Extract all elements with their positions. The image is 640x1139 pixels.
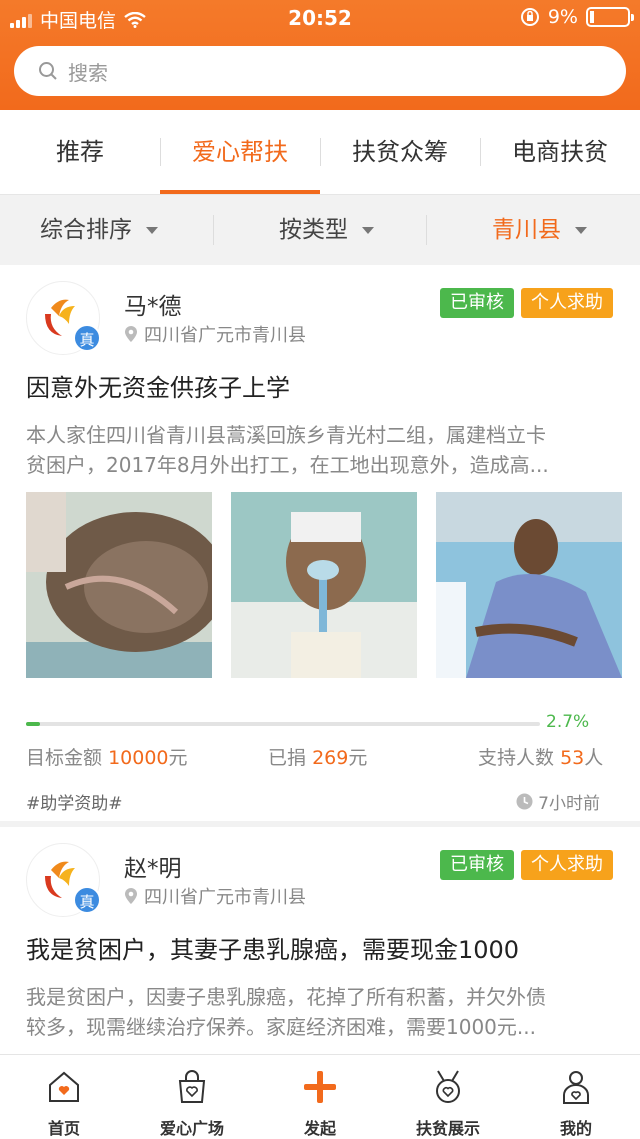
search-placeholder: 搜索 [68, 60, 108, 85]
donated-value: 269 [312, 747, 349, 769]
status-badge-reviewed: 已审核 [440, 850, 514, 880]
filter-region[interactable]: 青川县 [492, 195, 587, 265]
poster-name: 马*德 [124, 294, 182, 320]
bottom-nav: 首页 爱心广场 发起 扶贫展示 我的 [0, 1054, 640, 1139]
top-header: 中国电信 20:52 9% 搜索 [0, 0, 640, 110]
status-badge-personal-help: 个人求助 [521, 850, 613, 880]
search-bar[interactable]: 搜索 [14, 46, 626, 96]
heart-bag-icon [178, 1070, 206, 1103]
avatar[interactable]: 真 [26, 281, 101, 355]
plus-icon [304, 1071, 336, 1103]
post-description-line: 我是贫困户，因妻子患乳腺癌，花掉了所有积蓄，并欠外债 [26, 985, 546, 1009]
unit-yuan: 元 [348, 747, 368, 769]
clock-icon [516, 793, 533, 810]
target-value: 10000 [108, 747, 169, 769]
supporters-label: 支持人数 [478, 747, 555, 769]
post-card[interactable]: 真 马*德 四川省广元市青川县 已审核 个人求助 因意外无资金供孩子上学 本人家… [0, 265, 640, 821]
supporter-count: 支持人数 53人 [478, 743, 603, 770]
orientation-lock-icon [520, 8, 539, 26]
location-pin-icon [125, 326, 137, 342]
nav-label: 发起 [303, 1119, 336, 1138]
location-text: 四川省广元市青川县 [144, 887, 306, 908]
post-photo[interactable] [436, 492, 622, 678]
caret-down-icon [575, 226, 587, 234]
person-heart-icon [563, 1071, 589, 1104]
caret-down-icon [146, 226, 158, 234]
nav-home[interactable]: 首页 [0, 1055, 128, 1139]
verified-badge: 真 [73, 324, 101, 352]
nav-love-square[interactable]: 爱心广场 [128, 1055, 256, 1139]
progress-bar [26, 722, 540, 726]
caret-down-icon [362, 226, 374, 234]
post-title: 我是贫困户，其妻子患乳腺癌，需要现金1000 [26, 936, 520, 964]
nav-mine[interactable]: 我的 [512, 1055, 640, 1139]
time-ago: 7小时前 [538, 794, 600, 814]
filter-type-label: 按类型 [279, 217, 348, 243]
battery-icon [586, 7, 634, 27]
nav-showcase[interactable]: 扶贫展示 [384, 1055, 512, 1139]
tab-ecommerce[interactable]: 电商扶贫 [480, 110, 640, 194]
tab-recommend[interactable]: 推荐 [0, 110, 160, 194]
nav-label: 爱心广场 [159, 1119, 224, 1138]
location-pin-icon [125, 888, 137, 904]
nav-label: 我的 [559, 1119, 592, 1138]
verified-badge: 真 [73, 886, 101, 914]
post-tag[interactable]: #助学资助# [26, 789, 123, 814]
poster-name: 赵*明 [124, 856, 182, 882]
post-description: 本人家住四川省青川县蒿溪回族乡青光村二组，属建档立卡 贫困户，2017年8月外出… [26, 420, 616, 480]
progress-percent: 2.7% [546, 712, 590, 732]
filter-type[interactable]: 按类型 [279, 195, 374, 265]
filter-sort[interactable]: 综合排序 [40, 195, 158, 265]
post-card[interactable]: 真 赵*明 四川省广元市青川县 已审核 个人求助 我是贫困户，其妻子患乳腺癌，需… [0, 827, 640, 1054]
post-description-line: 贫困户，2017年8月外出打工，在工地出现意外，造成高... [26, 453, 549, 477]
filter-sort-label: 综合排序 [40, 217, 132, 243]
tab-love-aid[interactable]: 爱心帮扶 [160, 110, 320, 194]
supporters-value: 53 [560, 747, 585, 769]
post-description-line: 本人家住四川省青川县蒿溪回族乡青光村二组，属建档立卡 [26, 423, 546, 447]
post-title: 因意外无资金供孩子上学 [26, 374, 290, 402]
avatar[interactable]: 真 [26, 843, 101, 917]
filter-region-label: 青川县 [492, 217, 561, 243]
search-icon [39, 62, 57, 80]
status-right: 9% [520, 6, 634, 28]
nav-label: 首页 [47, 1119, 80, 1138]
tab-crowdfunding[interactable]: 扶贫众筹 [320, 110, 480, 194]
status-bar: 中国电信 20:52 9% [0, 0, 640, 38]
progress-fill [26, 722, 40, 726]
post-photo[interactable] [231, 492, 417, 678]
nav-label: 扶贫展示 [415, 1119, 480, 1138]
poster-location: 四川省广元市青川县 [124, 321, 306, 347]
status-badge-personal-help: 个人求助 [521, 288, 613, 318]
unit-yuan: 元 [168, 747, 188, 769]
home-heart-icon [49, 1071, 79, 1102]
location-text: 四川省广元市青川县 [144, 325, 306, 346]
target-label: 目标金额 [26, 747, 103, 769]
unit-person: 人 [584, 747, 604, 769]
nav-launch[interactable]: 发起 [256, 1055, 384, 1139]
donated-label: 已捐 [268, 747, 307, 769]
battery-percent: 9% [547, 6, 578, 28]
post-time: 7小时前 [516, 789, 600, 814]
poster-location: 四川省广元市青川县 [124, 883, 306, 909]
target-amount: 目标金额 10000元 [26, 743, 188, 770]
status-badge-reviewed: 已审核 [440, 288, 514, 318]
donated-amount: 已捐 269元 [268, 743, 367, 770]
post-photo[interactable] [26, 492, 212, 678]
medal-heart-icon [436, 1070, 460, 1103]
filter-bar: 综合排序 按类型 青川县 [0, 194, 640, 264]
post-description: 我是贫困户，因妻子患乳腺癌，花掉了所有积蓄，并欠外债 较多，现需继续治疗保养。家… [26, 982, 616, 1042]
post-description-line: 较多，现需继续治疗保养。家庭经济困难，需要1000元... [26, 1015, 536, 1039]
category-tabs: 推荐 爱心帮扶 扶贫众筹 电商扶贫 [0, 110, 640, 194]
